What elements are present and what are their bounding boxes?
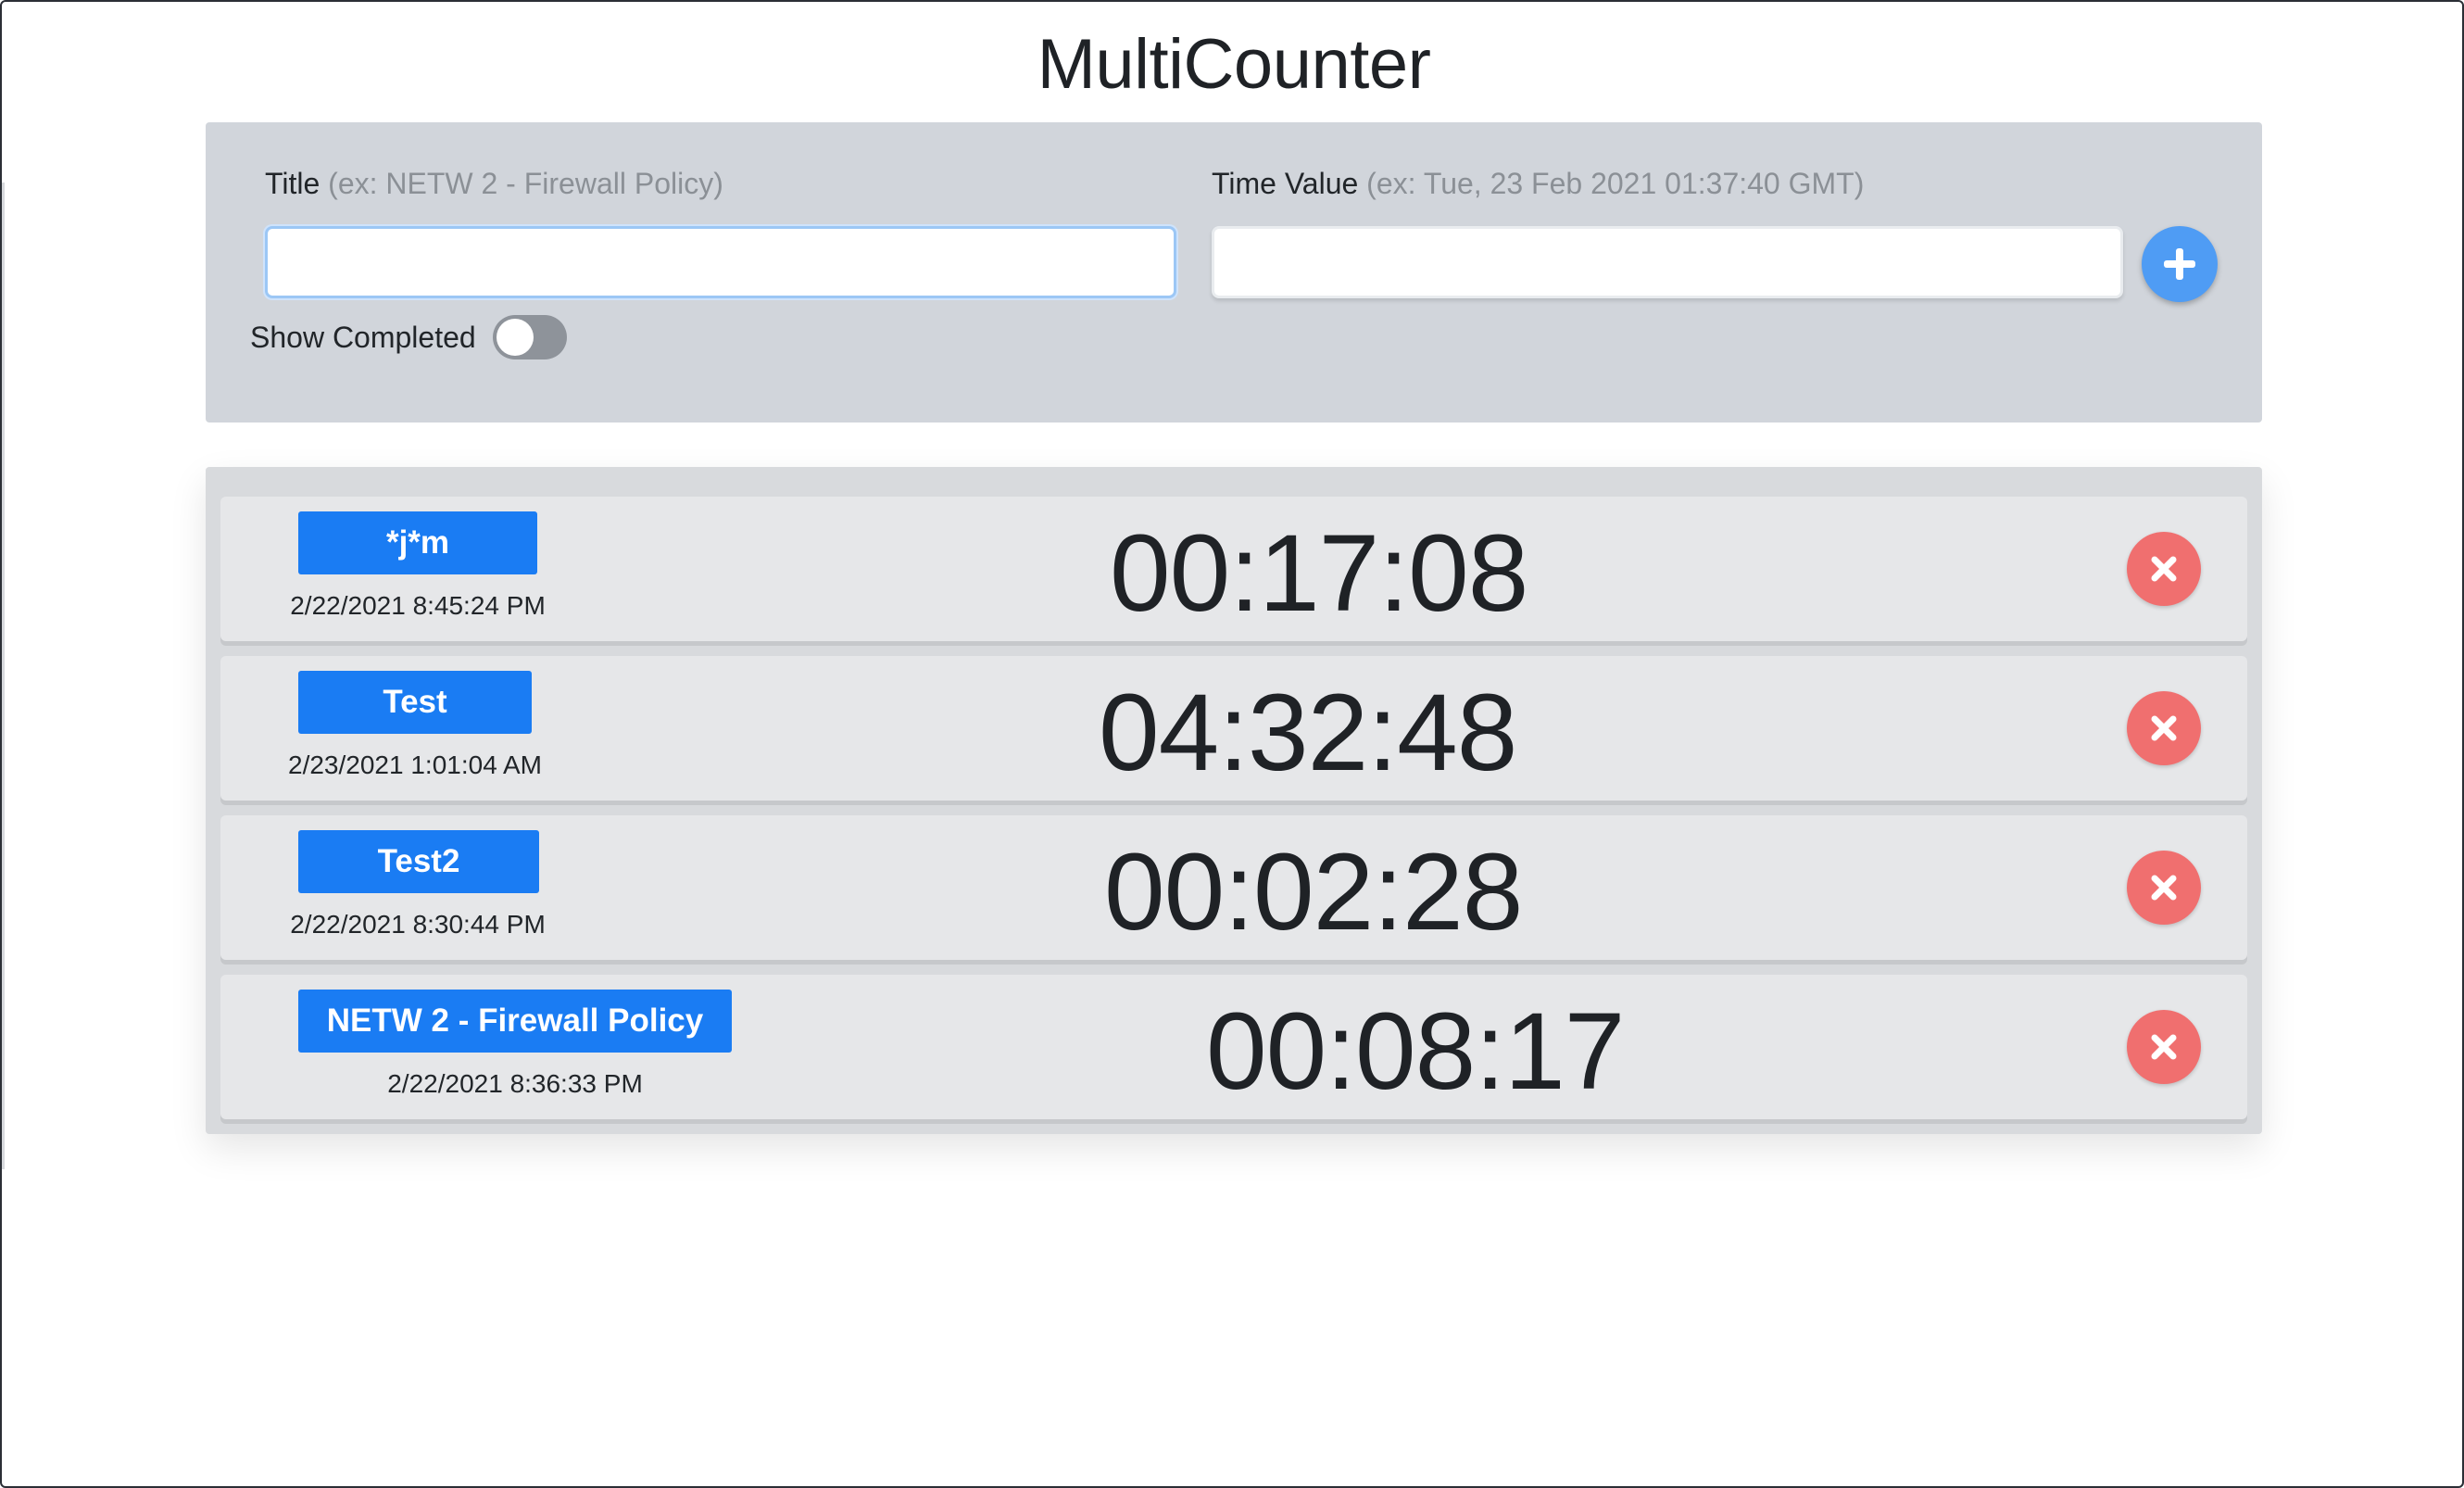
delete-counter-button[interactable] [2127, 851, 2201, 925]
counter-row: *j*m 2/22/2021 8:45:24 PM 00:17:08 [220, 497, 2247, 641]
counter-elapsed-time: 04:32:48 [1099, 672, 1517, 794]
window-edge [2, 183, 5, 1169]
counter-row: Test 2/23/2021 1:01:04 AM 04:32:48 [220, 656, 2247, 801]
close-icon [2151, 556, 2177, 582]
title-field-label: Title (ex: NETW 2 - Firewall Policy) [265, 167, 723, 201]
page-title: MultiCounter [1037, 25, 1431, 104]
counter-list: *j*m 2/22/2021 8:45:24 PM 00:17:08 Test … [206, 467, 2262, 1134]
counter-elapsed-time: 00:02:28 [1104, 831, 1523, 953]
delete-counter-button[interactable] [2127, 691, 2201, 765]
counter-start-time: 2/22/2021 8:45:24 PM [290, 591, 546, 620]
counter-row: NETW 2 - Firewall Policy 2/22/2021 8:36:… [220, 975, 2247, 1119]
counter-start-time: 2/23/2021 1:01:04 AM [288, 750, 542, 779]
title-hint: (ex: NETW 2 - Firewall Policy) [328, 167, 723, 200]
delete-counter-button[interactable] [2127, 532, 2201, 606]
title-label-text: Title [265, 167, 321, 200]
time-label-text: Time Value [1212, 167, 1359, 200]
show-completed-label: Show Completed [250, 320, 476, 354]
counter-title-badge: NETW 2 - Firewall Policy [298, 990, 732, 1053]
show-completed-toggle[interactable] [492, 315, 567, 359]
close-icon [2151, 875, 2177, 901]
time-hint: (ex: Tue, 23 Feb 2021 01:37:40 GMT) [1366, 167, 1865, 200]
show-completed-control: Show Completed [250, 311, 567, 363]
counter-elapsed-time: 00:08:17 [1206, 990, 1625, 1113]
counter-start-time: 2/22/2021 8:30:44 PM [290, 910, 546, 939]
time-field-label: Time Value (ex: Tue, 23 Feb 2021 01:37:4… [1212, 167, 1864, 201]
counter-title-badge: Test [298, 671, 532, 734]
new-counter-form: Title (ex: NETW 2 - Firewall Policy) Tim… [206, 122, 2262, 422]
counter-title-badge: Test2 [298, 830, 539, 893]
app-window: MultiCounter Title (ex: NETW 2 - Firewal… [0, 0, 2464, 1488]
close-icon [2151, 1034, 2177, 1060]
delete-counter-button[interactable] [2127, 1010, 2201, 1084]
close-icon [2151, 715, 2177, 741]
add-counter-button[interactable] [2142, 226, 2218, 302]
plus-icon [2164, 248, 2195, 280]
title-input[interactable] [265, 226, 1176, 298]
time-value-input[interactable] [1212, 226, 2123, 298]
counter-elapsed-time: 00:17:08 [1110, 512, 1528, 635]
counter-row: Test2 2/22/2021 8:30:44 PM 00:02:28 [220, 815, 2247, 960]
counter-start-time: 2/22/2021 8:36:33 PM [387, 1069, 643, 1098]
toggle-knob [496, 319, 534, 356]
counter-title-badge: *j*m [298, 511, 537, 574]
